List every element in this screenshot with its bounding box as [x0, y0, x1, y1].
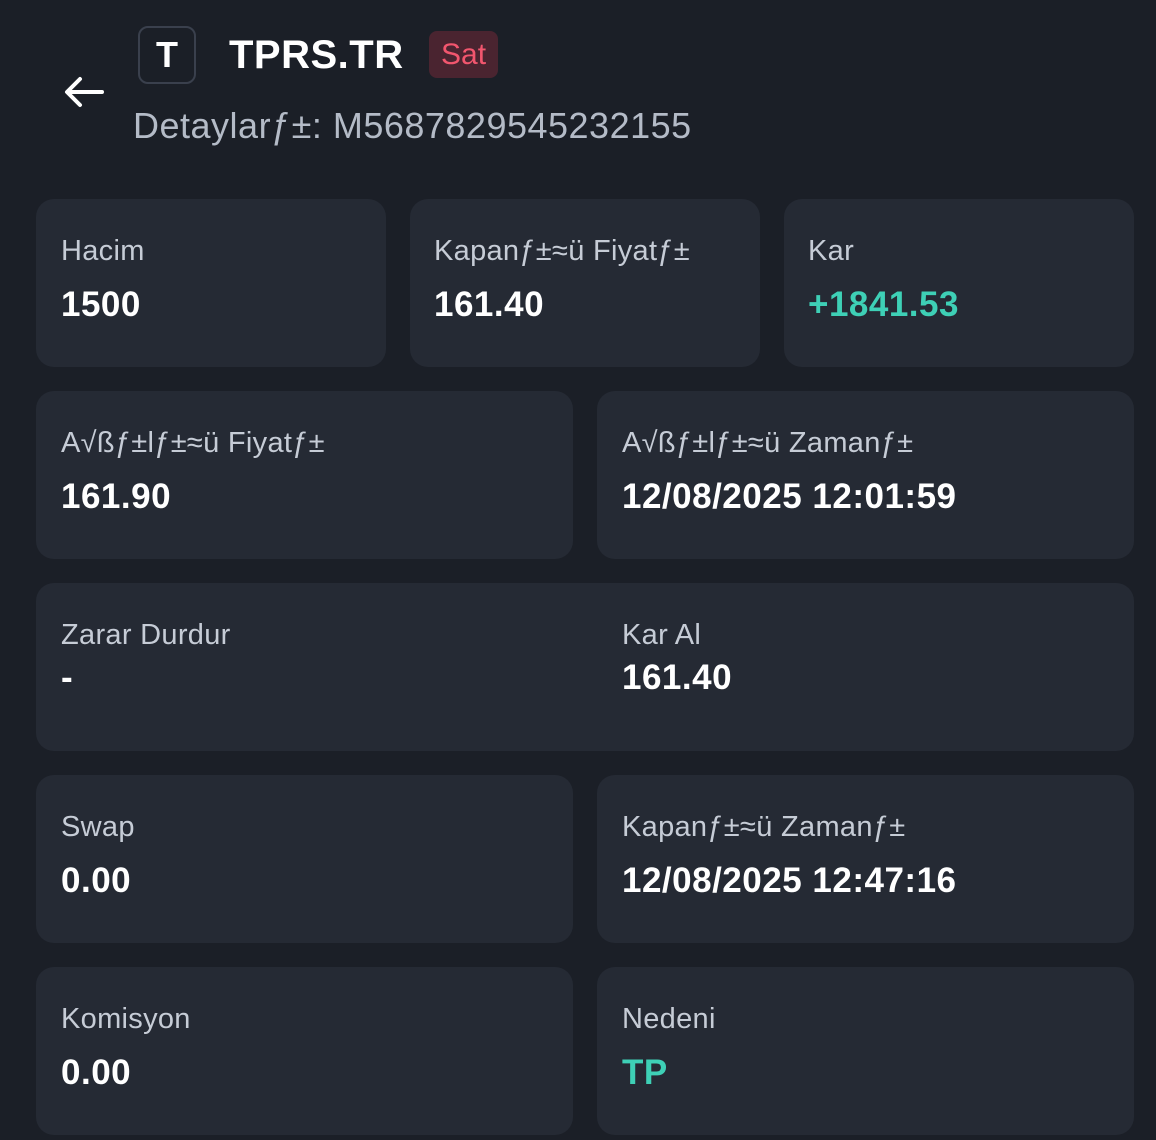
back-button[interactable] [58, 66, 110, 118]
order-details-id: Detaylarƒ±: M5687829545232155 [133, 105, 692, 146]
swap-value: 0.00 [61, 861, 132, 900]
open-time-card: A√ßƒ±lƒ±≈ü Zamanƒ± 12/08/2025 12:01:59 [597, 391, 1134, 559]
profit-card: Kar +1841.53 [784, 199, 1134, 367]
commission-card: Komisyon 0.00 [36, 967, 573, 1135]
reason-label: Nedeni [622, 1003, 716, 1035]
open-time-label: A√ßƒ±lƒ±≈ü Zamanƒ± [622, 427, 914, 459]
stop-loss-label: Zarar Durdur [61, 619, 231, 651]
open-price-label: A√ßƒ±lƒ±≈ü Fiyatƒ± [61, 427, 325, 459]
open-price-card: A√ßƒ±lƒ±≈ü Fiyatƒ± 161.90 [36, 391, 573, 559]
commission-value: 0.00 [61, 1053, 132, 1092]
profit-label: Kar [808, 235, 855, 267]
swap-label: Swap [61, 811, 135, 843]
close-time-label: Kapanƒ±≈ü Zamanƒ± [622, 811, 906, 843]
open-time-value: 12/08/2025 12:01:59 [622, 477, 957, 516]
stop-loss-value: - [61, 658, 74, 697]
swap-card: Swap 0.00 [36, 775, 573, 943]
close-price-card: Kapanƒ±≈ü Fiyatƒ± 161.40 [410, 199, 760, 367]
symbol-avatar: T [138, 26, 196, 84]
close-time-card: Kapanƒ±≈ü Zamanƒ± 12/08/2025 12:47:16 [597, 775, 1134, 943]
close-price-value: 161.40 [434, 285, 545, 324]
order-detail-header: T TPRS.TR Sat Detaylarƒ±: M5687829545232… [0, 0, 1156, 180]
volume-label: Hacim [61, 235, 145, 267]
volume-card: Hacim 1500 [36, 199, 386, 367]
reason-value: TP [622, 1053, 668, 1092]
commission-label: Komisyon [61, 1003, 191, 1035]
close-price-label: Kapanƒ±≈ü Fiyatƒ± [434, 235, 690, 267]
sl-tp-card: Zarar Durdur - Kar Al 161.40 [36, 583, 1134, 751]
profit-value: +1841.53 [808, 285, 959, 324]
volume-value: 1500 [61, 285, 141, 324]
reason-card: Nedeni TP [597, 967, 1134, 1135]
symbol-name: TPRS.TR [229, 33, 404, 77]
take-profit-value: 161.40 [622, 658, 733, 697]
open-price-value: 161.90 [61, 477, 172, 516]
arrow-left-icon [65, 77, 104, 107]
take-profit-label: Kar Al [622, 619, 702, 651]
close-time-value: 12/08/2025 12:47:16 [622, 861, 957, 900]
side-badge: Sat [429, 31, 499, 78]
